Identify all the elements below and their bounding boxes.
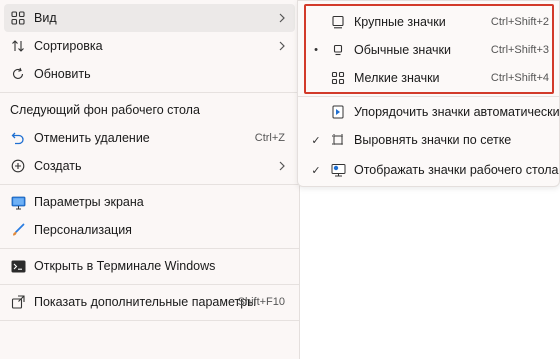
submenu-item-label: Упорядочить значки автоматически	[354, 105, 560, 119]
menu-item-personalize[interactable]: Персонализация	[4, 216, 295, 244]
selected-dot-icon: •	[314, 44, 318, 56]
desktop-context-menu: Вид Сортировка Обновить Следующий фон ра…	[0, 0, 300, 359]
menu-item-display-settings[interactable]: Параметры экрана	[4, 188, 295, 216]
submenu-separator	[298, 96, 559, 97]
undo-icon	[10, 130, 26, 146]
menu-item-label: Создать	[34, 159, 82, 173]
menu-item-label: Персонализация	[34, 223, 132, 237]
menu-separator	[0, 184, 299, 185]
align-grid-icon	[330, 132, 346, 148]
submenu-item-small-icons[interactable]: Мелкие значки Ctrl+Shift+4	[302, 64, 555, 92]
submenu-item-label: Мелкие значки	[354, 71, 440, 85]
menu-item-create[interactable]: Создать	[4, 152, 295, 180]
submenu-item-shortcut: Ctrl+Shift+3	[490, 44, 549, 56]
submenu-item-shortcut: Ctrl+Shift+2	[490, 16, 549, 28]
submenu-item-label: Выровнять значки по сетке	[354, 133, 512, 147]
submenu-item-shortcut: Ctrl+Shift+4	[490, 72, 549, 84]
share-icon	[10, 294, 26, 310]
menu-item-open-terminal[interactable]: Открыть в Терминале Windows	[4, 252, 295, 280]
sort-arrows-icon	[10, 38, 26, 54]
menu-item-label: Обновить	[34, 67, 91, 81]
small-icon-grid-icon	[330, 70, 346, 86]
submenu-item-auto-arrange[interactable]: Упорядочить значки автоматически	[302, 98, 560, 126]
plus-circle-icon	[10, 158, 26, 174]
submenu-item-label: Крупные значки	[354, 15, 446, 29]
chevron-right-icon	[277, 159, 287, 173]
terminal-icon	[10, 258, 26, 274]
submenu-item-label: Обычные значки	[354, 43, 451, 57]
medium-icon-size-icon	[330, 42, 346, 58]
menu-separator	[0, 320, 299, 321]
view-submenu: Крупные значки Ctrl+Shift+2 • Обычные зн…	[297, 0, 560, 187]
chevron-right-icon	[277, 11, 287, 25]
menu-item-undo-delete[interactable]: Отменить удаление Ctrl+Z	[4, 124, 295, 152]
submenu-item-show-desktop-icons[interactable]: ✓ Отображать значки рабочего стола	[302, 156, 558, 184]
submenu-item-large-icons[interactable]: Крупные значки Ctrl+Shift+2	[302, 8, 555, 36]
menu-item-view[interactable]: Вид	[4, 4, 295, 32]
monitor-icon	[10, 194, 26, 210]
menu-item-label: Показать дополнительные параметры	[34, 295, 257, 309]
menu-item-label: Вид	[34, 11, 57, 25]
menu-item-label: Параметры экрана	[34, 195, 144, 209]
chevron-right-icon	[277, 39, 287, 53]
menu-item-more-options[interactable]: Показать дополнительные параметры Shift+…	[4, 288, 295, 316]
submenu-item-label: Отображать значки рабочего стола	[354, 163, 559, 177]
submenu-item-medium-icons[interactable]: • Обычные значки Ctrl+Shift+3	[302, 36, 555, 64]
large-icon-size-icon	[330, 14, 346, 30]
menu-item-label: Следующий фон рабочего стола	[10, 103, 200, 117]
menu-item-label: Отменить удаление	[34, 131, 150, 145]
menu-item-label: Сортировка	[34, 39, 103, 53]
menu-item-label: Открыть в Терминале Windows	[34, 259, 216, 273]
menu-item-next-background[interactable]: Следующий фон рабочего стола	[4, 96, 295, 124]
desktop-icons-icon	[330, 162, 346, 178]
checkmark-icon: ✓	[311, 164, 321, 177]
refresh-icon	[10, 66, 26, 82]
menu-item-shortcut: Shift+F10	[237, 296, 285, 308]
menu-separator	[0, 92, 299, 93]
menu-item-refresh[interactable]: Обновить	[4, 60, 295, 88]
menu-separator	[0, 284, 299, 285]
brush-icon	[10, 222, 26, 238]
grid-icon	[10, 10, 26, 26]
menu-item-shortcut: Ctrl+Z	[254, 132, 285, 144]
menu-item-sort[interactable]: Сортировка	[4, 32, 295, 60]
auto-arrange-icon	[330, 104, 346, 120]
menu-separator	[0, 248, 299, 249]
submenu-item-align-to-grid[interactable]: ✓ Выровнять значки по сетке	[302, 126, 555, 154]
checkmark-icon: ✓	[311, 134, 321, 147]
